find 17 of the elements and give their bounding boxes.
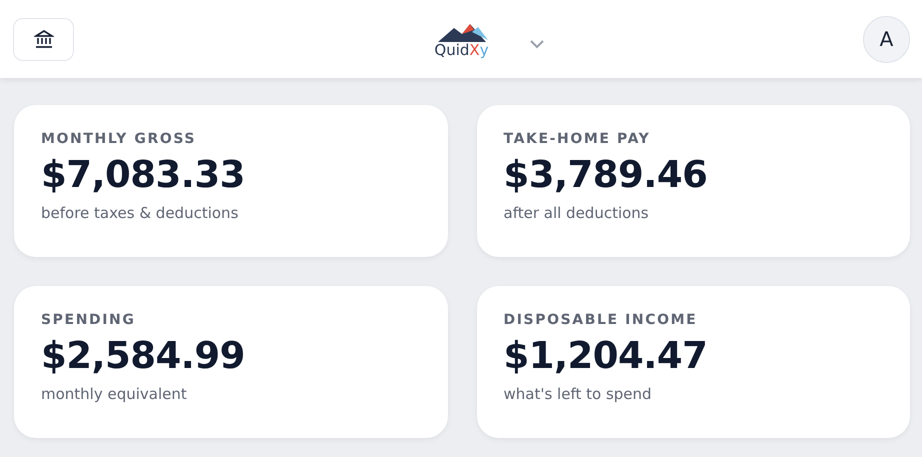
card-amount: $1,204.47: [504, 334, 708, 377]
bank-button[interactable]: [13, 18, 74, 60]
chevron-down-icon[interactable]: [530, 40, 544, 49]
card-label: SPENDING: [41, 312, 136, 328]
logo: QuidXy: [434, 20, 490, 58]
card-note: monthly equivalent: [41, 385, 188, 403]
bank-icon: [34, 29, 54, 49]
avatar[interactable]: A: [863, 16, 910, 62]
card-note: what's left to spend: [504, 385, 653, 403]
card-label: DISPOSABLE INCOME: [504, 312, 698, 328]
card-label: MONTHLY GROSS: [41, 131, 198, 147]
card-amount: $2,584.99: [41, 334, 246, 377]
card-note: before taxes & deductions: [41, 204, 240, 222]
card-note: after all deductions: [504, 204, 650, 222]
card-label: TAKE-HOME PAY: [504, 131, 652, 147]
card-amount: $3,789.46: [504, 153, 708, 196]
card-amount: $7,083.33: [41, 153, 246, 196]
